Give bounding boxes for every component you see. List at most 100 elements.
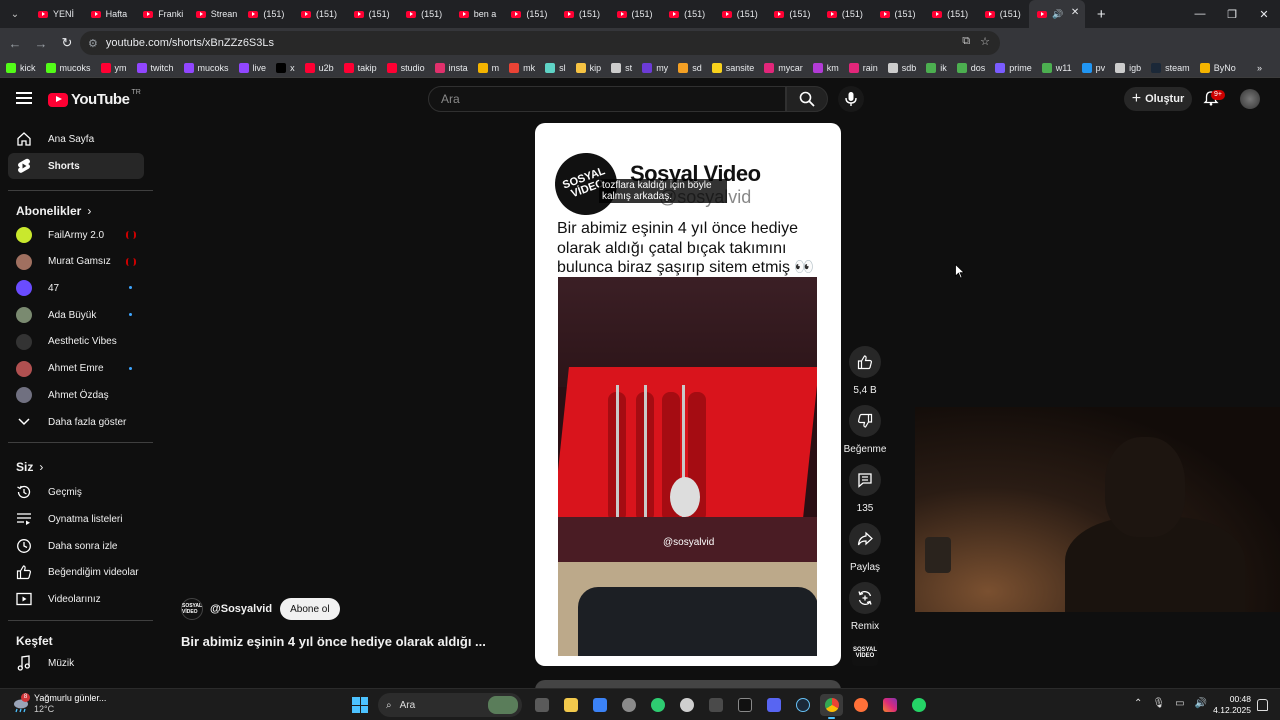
browser-tab[interactable]: (151) (661, 0, 714, 28)
bookmark-item[interactable]: st (611, 62, 632, 73)
windows-start-icon[interactable] (352, 697, 368, 713)
sidebar-item-watch-later[interactable]: Daha sonra izle (8, 533, 144, 559)
bookmark-item[interactable]: x (276, 62, 295, 73)
notifications-icon[interactable] (1257, 699, 1268, 711)
store-icon[interactable] (588, 694, 611, 716)
subscription-item[interactable]: Ahmet Özdaş (8, 382, 144, 408)
search-button[interactable] (786, 86, 828, 112)
bookmark-item[interactable]: kick (6, 62, 36, 73)
like-circle[interactable] (849, 346, 881, 378)
comments-circle[interactable] (849, 464, 881, 496)
minimize-icon[interactable]: — (1184, 0, 1216, 28)
bookmark-star-icon[interactable]: ☆ (980, 35, 990, 48)
bookmark-item[interactable]: insta (434, 62, 468, 73)
bookmark-item[interactable]: mycar (764, 62, 803, 73)
hamburger-menu-icon[interactable] (16, 92, 32, 104)
share-button[interactable]: Paylaş (848, 523, 882, 573)
dislike-button[interactable]: Beğenme (844, 405, 886, 455)
remix-button[interactable]: Remix (848, 582, 882, 632)
bookmark-item[interactable]: ik (926, 62, 947, 73)
bookmark-item[interactable]: mk (509, 62, 535, 73)
like-button[interactable]: 5,4 B (848, 346, 882, 396)
share-circle[interactable] (849, 523, 881, 555)
tab-search-chevron-icon[interactable]: ⌄ (4, 3, 26, 25)
bookmark-item[interactable]: prime (995, 62, 1032, 73)
account-avatar[interactable] (1240, 89, 1260, 109)
network-icon[interactable]: ▭ (1175, 698, 1184, 709)
sidebar-item-shorts[interactable]: Shorts (8, 153, 144, 179)
task-view-icon[interactable] (530, 694, 553, 716)
bookmark-item[interactable]: km (812, 62, 839, 73)
xbox-icon[interactable] (646, 694, 669, 716)
clock[interactable]: 00:48 4.12.2025 (1186, 694, 1251, 716)
address-bar[interactable]: ⚙ youtube.com/shorts/xBnZZz6S3Ls ⧉ ☆ (80, 31, 1000, 55)
browser-tab[interactable]: (151) (240, 0, 293, 28)
install-app-icon[interactable]: ⧉ (962, 35, 970, 48)
browser-tab[interactable]: (151) (977, 0, 1030, 28)
bookmark-item[interactable]: mucoks (45, 62, 91, 73)
reload-icon[interactable]: ↻ (54, 30, 80, 56)
close-tab-icon[interactable]: ✕ (1071, 7, 1079, 18)
search-input[interactable]: Ara (428, 86, 786, 112)
bookmark-item[interactable]: steam (1151, 62, 1190, 73)
app-icon[interactable] (733, 694, 756, 716)
instagram-icon[interactable] (878, 694, 901, 716)
sidebar-item-your-videos[interactable]: Videolarınız (8, 586, 144, 612)
short-title[interactable]: Bir abimiz eşinin 4 yıl önce hediye olar… (181, 634, 486, 649)
browser-tab[interactable]: (151) (556, 0, 609, 28)
site-info-icon[interactable]: ⚙ (88, 37, 98, 50)
chrome-icon[interactable] (820, 694, 843, 719)
sidebar-item-music[interactable]: Müzik (8, 650, 144, 676)
weather-widget[interactable]: 8 Yağmurlu günler... 12°C (12, 693, 106, 715)
voice-search-button[interactable] (838, 86, 864, 112)
subscription-item[interactable]: FailArmy 2.0 (8, 222, 144, 248)
dislike-circle[interactable] (849, 405, 881, 437)
browser-tab[interactable]: (151) (503, 0, 556, 28)
bookmark-item[interactable]: studio (386, 62, 425, 73)
browser-tab[interactable]: Strean (188, 0, 241, 28)
short-video-player[interactable]: SOSYAL VİDEO Sosyal Video @sosyalvid toz… (535, 123, 841, 666)
bookmark-item[interactable]: pv (1081, 62, 1105, 73)
show-more-button[interactable]: Daha fazla göster (8, 409, 144, 435)
subscription-item[interactable]: Aesthetic Vibes (8, 329, 144, 355)
bookmarks-overflow-icon[interactable]: » (1257, 63, 1262, 73)
microphone-icon[interactable]: 🎙 (1152, 698, 1165, 709)
settings-icon[interactable] (617, 694, 640, 716)
comments-button[interactable]: 135 (848, 464, 882, 514)
browser-tab-active[interactable]: 🔊 ✕ (1029, 0, 1086, 28)
youtube-logo[interactable]: YouTube TR (48, 89, 141, 108)
bookmark-item[interactable]: my (642, 62, 668, 73)
bookmark-item[interactable]: ByNo (1199, 62, 1236, 73)
audio-channel-thumbnail[interactable]: SOSYAL VİDEO (852, 640, 878, 666)
close-window-icon[interactable]: ✕ (1248, 0, 1280, 28)
bookmark-item[interactable]: m (477, 62, 499, 73)
file-explorer-icon[interactable] (559, 694, 582, 716)
app-icon[interactable] (704, 694, 727, 716)
back-icon[interactable]: ← (2, 30, 28, 56)
bookmark-item[interactable]: sd (678, 62, 702, 73)
bookmark-item[interactable]: twitch (136, 62, 174, 73)
chatgpt-icon[interactable] (675, 694, 698, 716)
subscriptions-header[interactable]: Abonelikler › (16, 204, 91, 218)
sidebar-item-playlists[interactable]: Oynatma listeleri (8, 506, 144, 532)
bookmark-item[interactable]: sl (545, 62, 566, 73)
bookmark-item[interactable]: kip (575, 62, 601, 73)
channel-avatar[interactable]: SOSYAL VİDEO (181, 598, 203, 620)
new-tab-button[interactable]: + (1089, 6, 1113, 23)
subscribe-button[interactable]: Abone ol (280, 598, 340, 620)
restore-icon[interactable]: ❐ (1216, 0, 1248, 28)
browser-tab[interactable]: ben a (451, 0, 504, 28)
steam-icon[interactable] (791, 694, 814, 716)
subscription-item[interactable]: Ada Büyük (8, 302, 144, 328)
browser-tab[interactable]: YENİ (30, 0, 83, 28)
browser-tab[interactable]: (151) (346, 0, 399, 28)
bookmark-item[interactable]: w11 (1041, 62, 1072, 73)
subscription-item[interactable]: 47 (8, 275, 144, 301)
bookmark-item[interactable]: ym (100, 62, 127, 73)
you-header[interactable]: Siz › (16, 460, 43, 474)
sidebar-item-history[interactable]: Geçmiş (8, 479, 144, 505)
whatsapp-icon[interactable] (907, 694, 930, 716)
taskbar-search[interactable]: ⌕ Ara (378, 693, 522, 717)
browser-tab[interactable]: (151) (609, 0, 662, 28)
firefox-icon[interactable] (849, 694, 872, 716)
